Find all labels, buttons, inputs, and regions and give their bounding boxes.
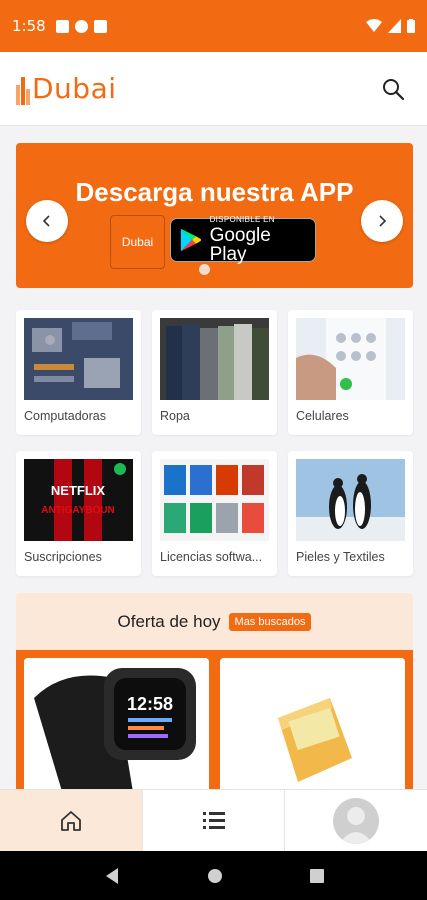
back-icon[interactable]: [104, 867, 120, 885]
store-small-label: DISPONIBLE EN: [209, 215, 275, 224]
offer-title: Oferta de hoy: [117, 611, 221, 631]
category-image-computadoras: [24, 318, 133, 400]
notification-app-icon: [55, 19, 69, 33]
battery-icon: [407, 19, 415, 33]
product-card-cheese[interactable]: [220, 658, 405, 789]
banner-logo-text: Dubai: [121, 235, 154, 249]
carousel-next-button[interactable]: [361, 200, 403, 242]
category-card-ropa[interactable]: Ropa: [152, 310, 277, 435]
recents-icon[interactable]: [309, 868, 324, 883]
store-big-label: Google Play: [209, 225, 271, 265]
category-image-licencias: [160, 459, 269, 541]
search-button[interactable]: [375, 71, 411, 107]
promo-text: ANTIGAYBOUN: [41, 505, 115, 516]
status-time: 1:58: [12, 17, 46, 35]
sd-card-icon: [93, 19, 107, 33]
google-play-icon: [180, 228, 202, 252]
chevron-left-icon: [42, 215, 50, 227]
nav-profile[interactable]: [285, 790, 427, 851]
status-bar: 1:58: [0, 0, 427, 52]
system-navigation-bar: [0, 851, 427, 900]
category-card-computadoras[interactable]: Computadoras: [16, 310, 141, 435]
category-label: Pieles y Textiles: [296, 550, 385, 564]
category-label: Computadoras: [24, 409, 106, 423]
category-label: Licencias softwa...: [160, 550, 263, 564]
category-image-ropa: [160, 318, 269, 400]
category-card-celulares[interactable]: Celulares: [288, 310, 413, 435]
offer-products: 12:58: [16, 650, 413, 789]
banner-title: Descarga nuestra APP: [75, 177, 354, 207]
user-silhouette-icon: [339, 806, 374, 844]
building-logo-icon: [16, 77, 30, 105]
nav-home[interactable]: [0, 790, 143, 851]
notification-icons: [55, 19, 107, 33]
main-content[interactable]: Descarga nuestra APP Dubai DISPONIBLE EN…: [0, 126, 427, 789]
watch-time: 12:58: [127, 694, 173, 714]
banner-app-logo: Dubai: [110, 215, 165, 269]
category-card-licencias[interactable]: Licencias softwa...: [152, 451, 277, 576]
notification-app-icon: [74, 19, 88, 33]
category-label: Celulares: [296, 409, 349, 423]
promo-banner[interactable]: Descarga nuestra APP Dubai DISPONIBLE EN…: [16, 143, 413, 288]
bottom-navigation: [0, 789, 427, 851]
logo-text: Dubai: [32, 72, 117, 105]
carousel-prev-button[interactable]: [26, 200, 68, 242]
category-label: Suscripciones: [24, 550, 102, 564]
home-circle-icon[interactable]: [207, 868, 223, 884]
avatar: [333, 797, 380, 844]
product-image-smartwatch: 12:58: [24, 658, 209, 789]
category-image-suscripciones: NETFLIX ANTIGAYBOUN: [24, 459, 133, 541]
category-card-pieles[interactable]: Pieles y Textiles: [288, 451, 413, 576]
category-card-suscripciones[interactable]: NETFLIX ANTIGAYBOUN Suscripciones: [16, 451, 141, 576]
app-header: Dubai: [0, 52, 427, 126]
netflix-text: NETFLIX: [51, 483, 105, 498]
daily-offer-section: Oferta de hoy Mas buscados 12:58: [16, 593, 413, 789]
category-image-celulares: [296, 318, 405, 400]
product-card-smartwatch[interactable]: 12:58: [24, 658, 209, 789]
product-image-cheese: [220, 658, 405, 789]
app-logo[interactable]: Dubai: [16, 72, 117, 105]
category-image-pieles: [296, 459, 405, 541]
category-label: Ropa: [160, 409, 190, 423]
home-icon: [60, 810, 81, 831]
wifi-icon: [366, 19, 382, 32]
chevron-right-icon: [379, 215, 387, 227]
list-icon: [202, 811, 225, 829]
google-play-badge[interactable]: DISPONIBLE EN Google Play: [170, 215, 316, 265]
carousel-indicator[interactable]: [199, 264, 210, 275]
search-icon: [383, 78, 405, 100]
system-status-icons: [366, 19, 415, 33]
signal-icon: [388, 19, 401, 33]
offer-header: Oferta de hoy Mas buscados: [16, 593, 413, 650]
nav-list[interactable]: [143, 790, 286, 851]
offer-badge[interactable]: Mas buscados: [228, 612, 312, 631]
